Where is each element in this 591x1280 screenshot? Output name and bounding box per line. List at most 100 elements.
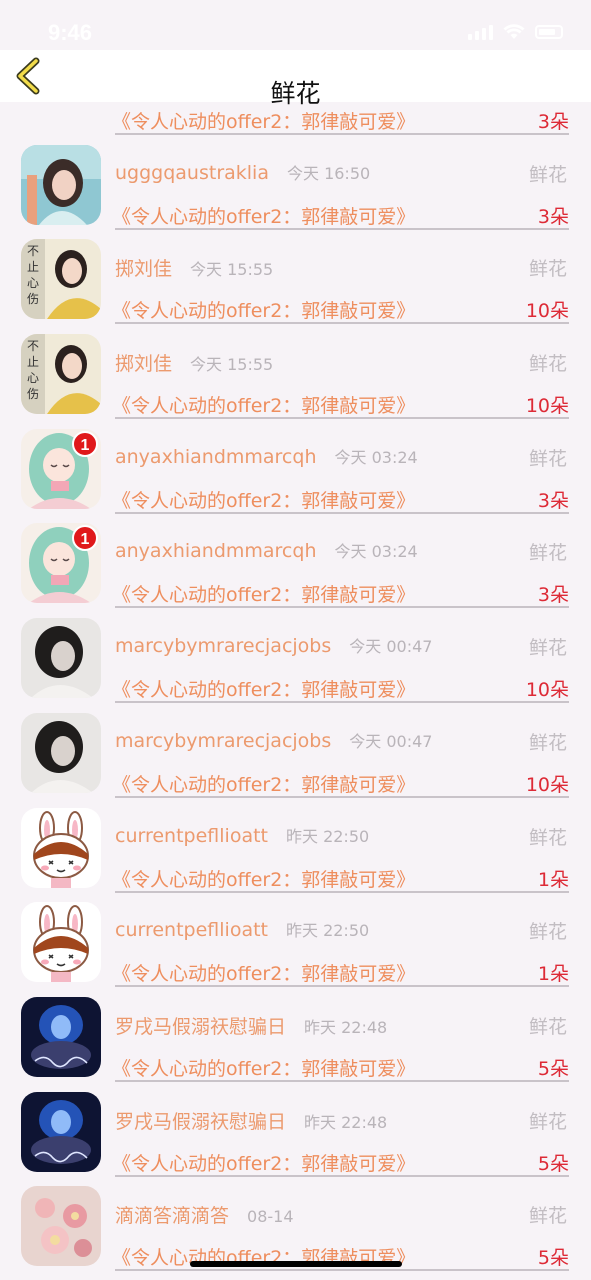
gift-message: 《令人心动的offer2：郭律敲可爱》 <box>112 205 416 228</box>
user-name[interactable]: currentpefllioatt <box>115 919 268 941</box>
avatar[interactable] <box>21 1091 101 1172</box>
divider <box>115 1079 569 1082</box>
user-name[interactable]: 罗戌马假溺祆慰骗日 <box>115 1107 286 1134</box>
user-name[interactable]: 滴滴答滴滴答 <box>115 1201 229 1228</box>
user-name[interactable]: ugggqaustraklia <box>115 162 269 184</box>
gift-type: 鲜花 <box>528 637 567 660</box>
gift-type: 鲜花 <box>528 542 567 565</box>
divider <box>115 322 569 325</box>
gift-message: 《令人心动的offer2：郭律敲可爱》 <box>112 1152 416 1175</box>
svg-text:止: 止 <box>27 355 39 369</box>
svg-text:心: 心 <box>27 276 39 290</box>
divider <box>115 701 569 704</box>
gift-type: 鲜花 <box>528 826 567 849</box>
gift-message: 《令人心动的offer2：郭律敲可爱》 <box>112 489 416 512</box>
user-name[interactable]: anyaxhiandmmarcqh <box>115 540 317 562</box>
gift-type: 鲜花 <box>528 163 567 186</box>
gift-message: 《令人心动的offer2：郭律敲可爱》 <box>112 963 416 986</box>
gift-count: 5朵 <box>537 1152 569 1175</box>
avatar[interactable]: 不止心伤 <box>21 239 101 320</box>
gift-type: 鲜花 <box>528 1205 567 1228</box>
svg-text:心: 心 <box>27 371 39 385</box>
timestamp: 昨天 22:48 <box>304 1112 388 1132</box>
divider <box>115 985 569 988</box>
avatar[interactable] <box>21 807 101 888</box>
page-title: 鲜花 <box>270 79 321 108</box>
gift-type: 鲜花 <box>528 353 567 376</box>
gift-count: 5朵 <box>537 1247 569 1270</box>
divider <box>115 1174 569 1177</box>
user-line: anyaxhiandmmarcqh 今天 03:24 <box>115 538 418 562</box>
home-indicator <box>190 1261 402 1267</box>
gift-type: 鲜花 <box>528 258 567 281</box>
user-name[interactable]: 掷刘佳 <box>115 254 172 281</box>
timestamp: 今天 16:50 <box>286 163 371 183</box>
status-icons <box>468 24 563 40</box>
gift-message: 《令人心动的offer2：郭律敲可爱》 <box>112 679 416 702</box>
user-line: 罗戌马假溺祆慰骗日 昨天 22:48 <box>115 1107 388 1134</box>
svg-text:不: 不 <box>27 339 39 353</box>
gift-type: 鲜花 <box>528 1110 567 1133</box>
avatar[interactable] <box>21 996 101 1077</box>
user-name[interactable]: marcybymrarecjacjobs <box>115 730 331 752</box>
timestamp: 今天 00:47 <box>349 731 433 751</box>
avatar[interactable] <box>21 902 101 983</box>
gift-type: 鲜花 <box>528 731 567 754</box>
gift-message: 《令人心动的offer2：郭律敲可爱》 <box>112 584 416 607</box>
user-line: ugggqaustraklia 今天 16:50 <box>115 160 370 184</box>
battery-icon <box>535 25 563 39</box>
gift-count: 10朵 <box>525 395 569 418</box>
divider <box>115 227 569 230</box>
list-item[interactable]: 滴滴答滴滴答 08-14 鲜花 《令人心动的offer2：郭律敲可爱》 5朵 <box>0 1186 591 1280</box>
gift-message: 《令人心动的offer2：郭律敲可爱》 <box>112 868 416 891</box>
timestamp: 昨天 22:50 <box>285 921 370 941</box>
nav-bar: 鲜花 <box>0 50 591 108</box>
svg-text:伤: 伤 <box>27 387 39 401</box>
timestamp: 今天 00:47 <box>349 637 433 657</box>
user-name[interactable]: anyaxhiandmmarcqh <box>115 446 317 468</box>
divider <box>115 133 569 135</box>
unread-badge: 1 <box>72 430 98 457</box>
user-line: 掷刘佳 今天 15:55 <box>115 254 274 281</box>
gift-count: 5朵 <box>537 1057 569 1080</box>
user-line: 罗戌马假溺祆慰骗日 昨天 22:48 <box>115 1012 387 1039</box>
gift-count: 10朵 <box>525 679 569 702</box>
svg-text:不: 不 <box>27 244 39 258</box>
gift-message: 《令人心动的offer2：郭律敲可爱》 <box>112 773 416 796</box>
gift-message: 《令人心动的offer2：郭律敲可爱》 <box>112 111 416 133</box>
user-name[interactable]: currentpefllioatt <box>115 825 268 847</box>
gift-type: 鲜花 <box>528 447 567 470</box>
avatar[interactable] <box>21 144 101 225</box>
timestamp: 今天 15:55 <box>190 260 274 280</box>
avatar[interactable] <box>21 712 101 793</box>
gift-record-list: 《令人心动的offer2：郭律敲可爱》 3朵 ugggqaustraklia 今天 1… <box>0 15 591 1280</box>
avatar[interactable] <box>21 618 101 699</box>
svg-text:止: 止 <box>27 260 39 274</box>
svg-text:伤: 伤 <box>27 292 39 306</box>
divider <box>115 795 569 798</box>
timestamp: 今天 03:24 <box>334 542 418 562</box>
user-line: marcybymrarecjacjobs 今天 00:47 <box>115 728 432 752</box>
gift-type: 鲜花 <box>528 921 567 944</box>
avatar[interactable] <box>21 1186 101 1267</box>
divider <box>115 606 569 609</box>
gift-count: 10朵 <box>525 300 569 323</box>
gift-count: 3朵 <box>537 489 569 512</box>
divider <box>115 1269 569 1272</box>
user-name[interactable]: 罗戌马假溺祆慰骗日 <box>115 1012 286 1039</box>
divider <box>115 417 569 420</box>
gift-message: 《令人心动的offer2：郭律敲可爱》 <box>112 300 416 323</box>
user-name[interactable]: 掷刘佳 <box>115 349 172 376</box>
gift-message: 《令人心动的offer2：郭律敲可爱》 <box>112 1057 416 1080</box>
gift-message: 《令人心动的offer2：郭律敲可爱》 <box>112 395 416 418</box>
user-name[interactable]: marcybymrarecjacjobs <box>115 635 331 657</box>
gift-count: 3朵 <box>537 111 569 133</box>
divider <box>115 511 569 514</box>
user-line: marcybymrarecjacjobs 今天 00:47 <box>115 633 432 657</box>
user-line: currentpefllioatt 昨天 22:50 <box>115 917 369 941</box>
gift-count: 3朵 <box>537 205 569 228</box>
cellular-signal-icon <box>468 24 493 40</box>
avatar[interactable]: 不止心伤 <box>21 334 101 415</box>
timestamp: 昨天 22:50 <box>285 826 370 846</box>
user-line: anyaxhiandmmarcqh 今天 03:24 <box>115 444 418 468</box>
